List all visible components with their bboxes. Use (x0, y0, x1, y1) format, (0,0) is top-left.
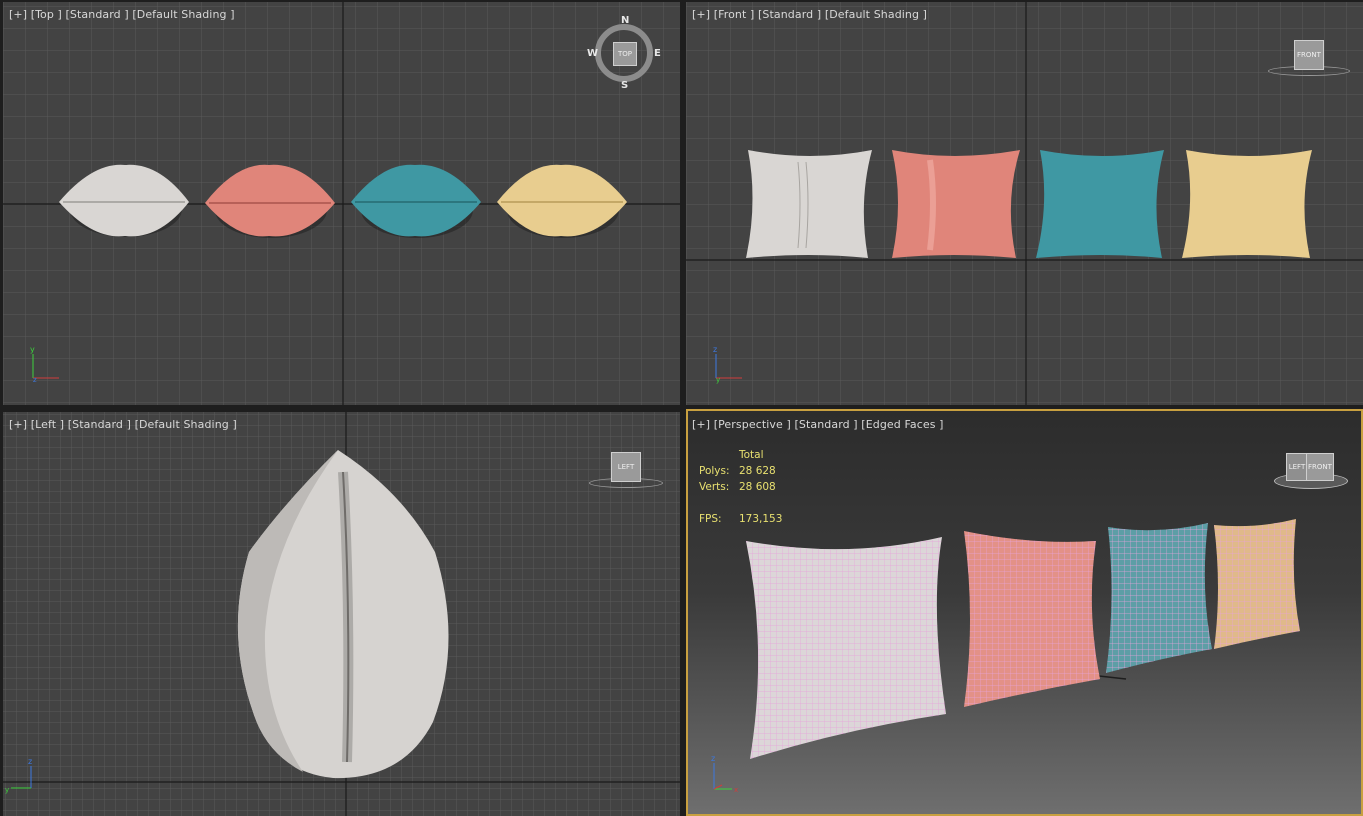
compass-w[interactable]: W (587, 48, 598, 59)
viewcube-top[interactable]: TOP N S E W (587, 15, 663, 92)
pillow-persp-white[interactable] (746, 537, 946, 759)
axis-gizmo-perspective: z x (711, 754, 738, 794)
axis-z-left: z (28, 757, 32, 766)
axis-z-perspective: z (711, 754, 715, 763)
grid-front (686, 2, 1363, 405)
pillow-persp-sand[interactable] (1214, 519, 1300, 649)
viewport-left-label[interactable]: [+] [Left ] [Standard ] [Default Shading… (9, 418, 237, 431)
pillow-front-teal[interactable] (1036, 150, 1164, 258)
viewcube-left[interactable]: LEFT (587, 448, 663, 488)
viewcube-face-front[interactable]: FRONT (1294, 40, 1324, 70)
axis-x-perspective: x (734, 786, 738, 794)
pillow-front-white[interactable] (746, 150, 872, 258)
axis-z-front: z (713, 345, 717, 354)
grid-left (3, 412, 680, 816)
axis-y-front: y (716, 376, 720, 384)
pillow-front-sand[interactable] (1182, 150, 1312, 258)
viewport-front[interactable]: [+] [Front ] [Standard ] [Default Shadin… (686, 2, 1363, 405)
viewport-left[interactable]: [+] [Left ] [Standard ] [Default Shading… (3, 412, 680, 816)
viewport-top[interactable]: [+] [Top ] [Standard ] [Default Shading … (3, 2, 680, 405)
perspective-scene (746, 519, 1300, 759)
axis-gizmo-left: z y (5, 757, 32, 794)
axis-y-top: y (30, 345, 35, 354)
pillow-front-coral[interactable] (892, 150, 1020, 258)
grid-top (3, 2, 680, 405)
axis-y-left: y (5, 786, 9, 794)
viewcube-face-top[interactable]: TOP (613, 42, 637, 66)
axis-x-top: z (33, 376, 37, 384)
axis-gizmo-top: y z (30, 345, 59, 384)
compass-n[interactable]: N (621, 15, 629, 26)
compass-s[interactable]: S (621, 80, 628, 91)
viewport-front-label[interactable]: [+] [Front ] [Standard ] [Default Shadin… (692, 8, 927, 21)
viewcube-face-left[interactable]: LEFT (611, 452, 641, 482)
pillow-persp-coral[interactable] (964, 531, 1100, 707)
compass-e[interactable]: E (654, 48, 661, 59)
viewcube-front[interactable]: FRONT (1266, 38, 1350, 78)
pillow-persp-teal[interactable] (1106, 523, 1212, 673)
viewport-top-label[interactable]: [+] [Top ] [Standard ] [Default Shading … (9, 8, 235, 21)
viewport-perspective[interactable]: [+] [Perspective ] [Standard ] [Edged Fa… (686, 409, 1363, 816)
axis-gizmo-front: z y (713, 345, 742, 384)
